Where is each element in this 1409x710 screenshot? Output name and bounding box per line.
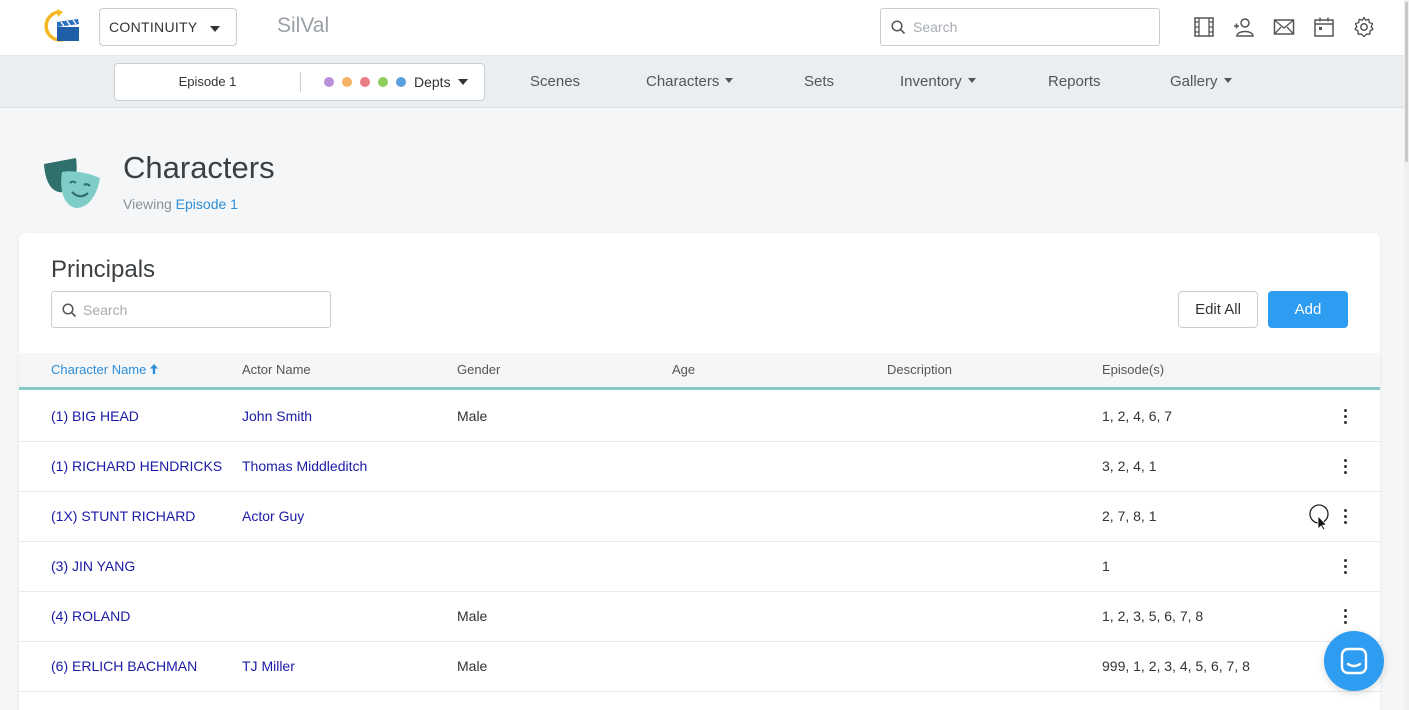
- dept-dot: [360, 77, 370, 87]
- chevron-down-icon: [458, 79, 468, 85]
- table-row: (1X) STUNT RICHARD Actor Guy 2, 7, 8, 1: [19, 492, 1380, 542]
- chevron-down-icon: [210, 26, 220, 32]
- episodes-cell: 1, 2, 4, 6, 7: [1102, 408, 1173, 424]
- character-name-link[interactable]: (4) ROLAND: [51, 592, 130, 641]
- project-select[interactable]: CONTINUITY: [99, 8, 237, 46]
- principals-search-input[interactable]: [83, 292, 323, 327]
- episodes-cell: 1, 2, 3, 5, 6, 7, 8: [1102, 608, 1204, 624]
- project-select-label: CONTINUITY: [109, 19, 198, 35]
- dept-dots: [324, 77, 406, 87]
- episodes-cell: 3, 2, 4, 1: [1102, 458, 1157, 474]
- col-character-name-label: Character Name: [51, 362, 147, 377]
- dept-dot: [342, 77, 352, 87]
- gender-cell: Male: [457, 608, 488, 624]
- character-name-link[interactable]: (1) RICHARD HENDRICKS: [51, 442, 222, 491]
- row-menu-icon[interactable]: [1339, 409, 1351, 427]
- episodes-cell: 2, 7, 8, 1: [1102, 508, 1157, 524]
- dept-dot: [378, 77, 388, 87]
- gender-cell: Male: [457, 408, 488, 424]
- col-character-name[interactable]: Character Name: [51, 353, 159, 387]
- nav-bar: Episode 1 Depts Scenes Characters Sets I…: [0, 56, 1409, 108]
- row-menu-icon[interactable]: [1339, 609, 1351, 627]
- nav-characters-label: Characters: [646, 73, 720, 90]
- col-episodes[interactable]: Episode(s): [1102, 353, 1164, 387]
- app-logo-icon[interactable]: [40, 8, 82, 46]
- table-header: Character Name Actor Name Gender Age Des…: [19, 353, 1380, 390]
- col-actor-name[interactable]: Actor Name: [242, 353, 311, 387]
- character-name-link[interactable]: (1) BIG HEAD: [51, 392, 139, 441]
- nav-inventory-label: Inventory: [900, 73, 962, 90]
- principals-search[interactable]: [51, 291, 331, 328]
- film-icon[interactable]: [1192, 14, 1216, 40]
- viewing-episode-link[interactable]: Episode 1: [176, 196, 238, 212]
- edit-all-button[interactable]: Edit All: [1178, 291, 1258, 328]
- mail-icon[interactable]: [1272, 14, 1296, 40]
- depts-select[interactable]: Depts: [414, 64, 451, 100]
- actor-name-link[interactable]: TJ Miller: [242, 642, 295, 691]
- actor-name-link[interactable]: John Smith: [242, 392, 312, 441]
- chat-launcher-button[interactable]: [1324, 631, 1384, 691]
- episodes-cell: 1: [1102, 558, 1110, 574]
- page-title: Characters: [123, 150, 275, 185]
- chevron-down-icon: [967, 77, 976, 83]
- nav-reports-label: Reports: [1048, 73, 1101, 90]
- actor-name-link[interactable]: Thomas Middleditch: [242, 442, 367, 491]
- row-menu-icon[interactable]: [1339, 509, 1351, 527]
- actor-name-link[interactable]: Actor Guy: [242, 492, 304, 541]
- chevron-down-icon: [1223, 77, 1232, 83]
- dept-dot: [324, 77, 334, 87]
- nav-gallery[interactable]: Gallery: [1170, 56, 1232, 108]
- global-search[interactable]: [880, 8, 1160, 46]
- chevron-down-icon: [725, 77, 734, 83]
- dept-dot: [396, 77, 406, 87]
- row-menu-icon[interactable]: [1339, 559, 1351, 577]
- character-name-link[interactable]: (3) JIN YANG: [51, 542, 135, 591]
- sort-up-arrow-icon: [150, 353, 159, 387]
- nav-gallery-label: Gallery: [1170, 73, 1218, 90]
- episode-select[interactable]: Episode 1: [115, 64, 300, 100]
- nav-scenes[interactable]: Scenes: [530, 56, 580, 108]
- brand-name: SilVal: [277, 14, 330, 37]
- divider: [300, 72, 301, 92]
- character-name-link[interactable]: (1X) STUNT RICHARD: [51, 492, 195, 541]
- nav-reports[interactable]: Reports: [1048, 56, 1101, 108]
- nav-inventory[interactable]: Inventory: [900, 56, 976, 108]
- page-scrollbar[interactable]: [1404, 0, 1409, 710]
- col-age[interactable]: Age: [672, 353, 695, 387]
- theater-masks-icon: [42, 156, 102, 212]
- calendar-icon[interactable]: [1312, 14, 1336, 40]
- top-bar: CONTINUITY SilVal: [0, 0, 1409, 56]
- search-icon: [891, 20, 906, 40]
- mouse-cursor-icon: [1309, 504, 1331, 531]
- col-gender[interactable]: Gender: [457, 353, 500, 387]
- table-row: (6) ERLICH BACHMAN TJ Miller Male 999, 1…: [19, 642, 1380, 692]
- table-row: (3) JIN YANG 1: [19, 542, 1380, 592]
- col-description[interactable]: Description: [887, 353, 952, 387]
- add-button[interactable]: Add: [1268, 291, 1348, 328]
- scrollbar-thumb[interactable]: [1405, 2, 1408, 162]
- viewing-info: Viewing Episode 1: [123, 196, 238, 212]
- card-title: Principals: [51, 256, 156, 283]
- viewing-prefix: Viewing: [123, 196, 172, 212]
- episodes-cell: 999, 1, 2, 3, 4, 5, 6, 7, 8: [1102, 658, 1250, 674]
- nav-sets[interactable]: Sets: [804, 56, 834, 108]
- character-name-link[interactable]: (6) ERLICH BACHMAN: [51, 642, 197, 691]
- global-search-input[interactable]: [913, 9, 1153, 45]
- episode-dept-selector: Episode 1 Depts: [114, 63, 485, 101]
- row-menu-icon[interactable]: [1339, 459, 1351, 477]
- nav-sets-label: Sets: [804, 73, 835, 90]
- gender-cell: Male: [457, 658, 488, 674]
- top-icons: [1192, 14, 1376, 40]
- table-row: (1) BIG HEAD John Smith Male 1, 2, 4, 6,…: [19, 392, 1380, 442]
- table-row: (1) RICHARD HENDRICKS Thomas Middleditch…: [19, 442, 1380, 492]
- search-icon: [62, 303, 77, 323]
- nav-scenes-label: Scenes: [530, 73, 581, 90]
- principals-card: Principals Edit All Add Character Name A…: [19, 233, 1380, 710]
- chat-icon: [1340, 647, 1368, 675]
- nav-characters[interactable]: Characters: [646, 56, 734, 108]
- gear-icon[interactable]: [1352, 14, 1376, 40]
- table-row: (4) ROLAND Male 1, 2, 3, 5, 6, 7, 8: [19, 592, 1380, 642]
- add-user-icon[interactable]: [1232, 14, 1256, 40]
